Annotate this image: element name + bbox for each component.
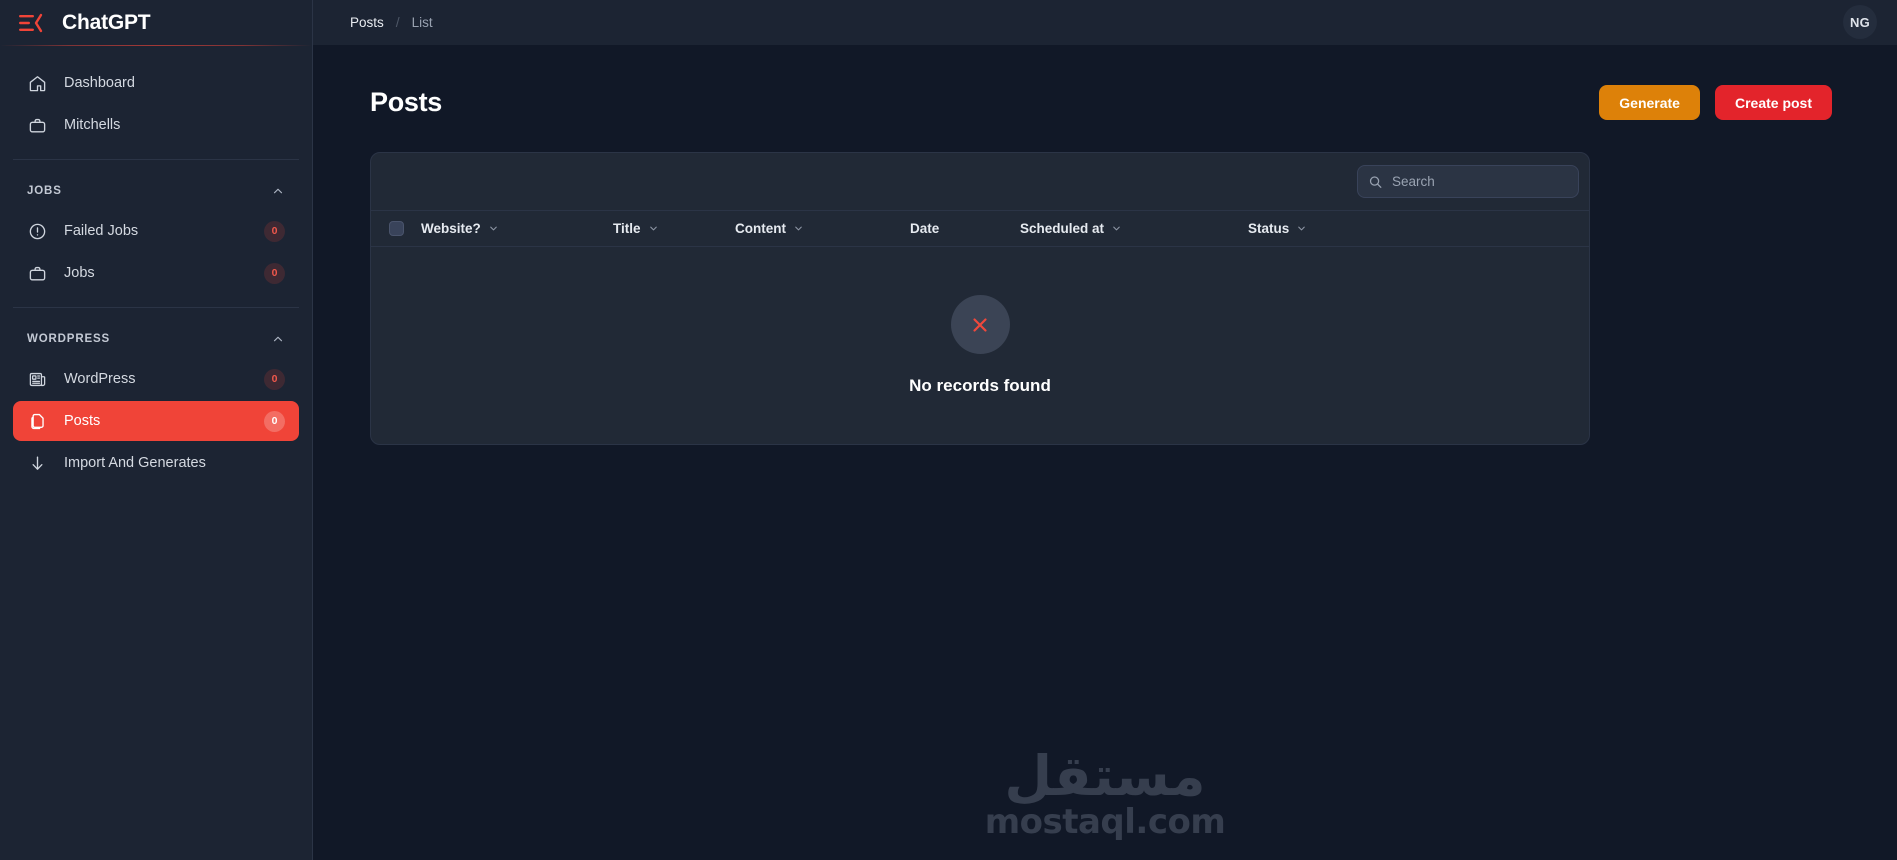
sidebar-item-label: Failed Jobs bbox=[64, 223, 139, 239]
sidebar-section-header-wordpress[interactable]: WORDPRESS bbox=[13, 325, 299, 353]
brand-title: ChatGPT bbox=[62, 10, 151, 34]
page-content: Posts Generate Create post Search Websit… bbox=[313, 45, 1897, 860]
chevron-down-icon[interactable] bbox=[1111, 223, 1122, 234]
column-header-website[interactable]: Website? bbox=[421, 221, 613, 236]
menu-chevron-logo-icon[interactable] bbox=[18, 12, 44, 34]
sidebar-item-label: Mitchells bbox=[64, 117, 121, 133]
page-title: Posts bbox=[370, 87, 443, 117]
newspaper-icon bbox=[27, 369, 47, 389]
documents-icon bbox=[27, 411, 47, 431]
sidebar-item-badge: 0 bbox=[264, 410, 285, 432]
sidebar-item-label: WordPress bbox=[64, 371, 136, 387]
breadcrumb-sub[interactable]: List bbox=[412, 15, 433, 30]
avatar[interactable]: NG bbox=[1843, 5, 1877, 39]
sidebar-brand[interactable]: ChatGPT bbox=[0, 0, 312, 45]
home-icon bbox=[27, 73, 47, 93]
sidebar-nav: Dashboard Mitchells JOBS Failed Jobs 0 J… bbox=[0, 46, 312, 860]
watermark-arabic: مستقل bbox=[1004, 744, 1206, 809]
watermark: مستقل mostaql.com bbox=[313, 744, 1897, 842]
sidebar-item-wordpress[interactable]: WordPress 0 bbox=[13, 359, 299, 399]
sidebar-section-header-jobs[interactable]: JOBS bbox=[13, 177, 299, 205]
chevron-up-icon[interactable] bbox=[271, 332, 285, 346]
table-toolbar bbox=[371, 153, 1589, 210]
nav-section-wordpress: WORDPRESS WordPress 0 Posts 0 Import And… bbox=[13, 308, 299, 497]
sidebar-item-failed-jobs[interactable]: Failed Jobs 0 bbox=[13, 211, 299, 251]
page-actions: Generate Create post bbox=[1599, 85, 1832, 120]
select-all-cell bbox=[389, 221, 421, 236]
sidebar-item-posts[interactable]: Posts 0 bbox=[13, 401, 299, 441]
watermark-latin: mostaql.com bbox=[984, 802, 1226, 842]
select-all-checkbox[interactable] bbox=[389, 221, 404, 236]
sidebar-section-title: JOBS bbox=[27, 185, 62, 197]
column-header-content[interactable]: Content bbox=[735, 221, 910, 236]
column-header-status[interactable]: Status bbox=[1248, 221, 1575, 236]
page-header: Posts Generate Create post bbox=[370, 85, 1840, 120]
column-header-scheduled-at[interactable]: Scheduled at bbox=[1020, 221, 1248, 236]
sidebar-item-dashboard[interactable]: Dashboard bbox=[13, 63, 299, 103]
brand-underline bbox=[0, 45, 312, 46]
column-label: Content bbox=[735, 221, 786, 236]
table-header-row: Website? Title Content Date Scheduled at… bbox=[371, 210, 1589, 247]
generate-button[interactable]: Generate bbox=[1599, 85, 1700, 120]
chevron-down-icon[interactable] bbox=[488, 223, 499, 234]
column-header-title[interactable]: Title bbox=[613, 221, 735, 236]
chevron-down-icon[interactable] bbox=[793, 223, 804, 234]
chevron-down-icon[interactable] bbox=[648, 223, 659, 234]
sidebar-item-label: Dashboard bbox=[64, 75, 135, 91]
nav-section-jobs: JOBS Failed Jobs 0 Jobs 0 bbox=[13, 160, 299, 307]
posts-table-card: Website? Title Content bbox=[370, 152, 1590, 445]
breadcrumb: Posts / List bbox=[350, 14, 433, 30]
column-label: Title bbox=[613, 221, 641, 236]
sidebar: ChatGPT Dashboard Mitchells JOBS Failed … bbox=[0, 0, 313, 860]
arrow-down-icon bbox=[27, 453, 47, 473]
briefcase-icon bbox=[27, 115, 47, 135]
sidebar-item-badge: 0 bbox=[264, 368, 285, 390]
sidebar-item-label: Posts bbox=[64, 413, 101, 429]
topbar: Posts / List NG bbox=[313, 0, 1897, 45]
sidebar-item-jobs[interactable]: Jobs 0 bbox=[13, 253, 299, 293]
breadcrumb-current[interactable]: Posts bbox=[350, 15, 384, 30]
column-label: Date bbox=[910, 221, 940, 236]
empty-state: No records found bbox=[371, 247, 1589, 444]
app-root: ChatGPT Dashboard Mitchells JOBS Failed … bbox=[0, 0, 1897, 860]
column-header-date[interactable]: Date bbox=[910, 221, 1020, 236]
sidebar-section-title: WORDPRESS bbox=[27, 333, 111, 345]
main-area: Posts / List NG Posts Generate Create po… bbox=[313, 0, 1897, 860]
column-label: Status bbox=[1248, 221, 1290, 236]
sidebar-item-label: Import And Generates bbox=[64, 455, 206, 471]
sidebar-item-label: Jobs bbox=[64, 265, 95, 281]
nav-block-primary: Dashboard Mitchells bbox=[13, 46, 299, 159]
search-input[interactable] bbox=[1357, 165, 1579, 198]
sidebar-item-mitchells[interactable]: Mitchells bbox=[13, 105, 299, 145]
search-wrapper bbox=[1357, 165, 1579, 198]
chevron-up-icon[interactable] bbox=[271, 184, 285, 198]
alert-circle-icon bbox=[27, 221, 47, 241]
column-label: Website? bbox=[421, 221, 481, 236]
search-icon bbox=[1368, 174, 1383, 189]
chevron-down-icon[interactable] bbox=[1296, 223, 1307, 234]
x-circle-icon bbox=[950, 295, 1010, 354]
empty-state-message: No records found bbox=[909, 376, 1051, 395]
create-post-button[interactable]: Create post bbox=[1714, 85, 1832, 120]
sidebar-item-badge: 0 bbox=[264, 262, 285, 284]
sidebar-item-import-and-generates[interactable]: Import And Generates bbox=[13, 443, 299, 483]
sidebar-item-badge: 0 bbox=[264, 220, 285, 242]
briefcase-icon bbox=[27, 263, 47, 283]
column-label: Scheduled at bbox=[1020, 221, 1105, 236]
breadcrumb-separator: / bbox=[395, 14, 400, 30]
